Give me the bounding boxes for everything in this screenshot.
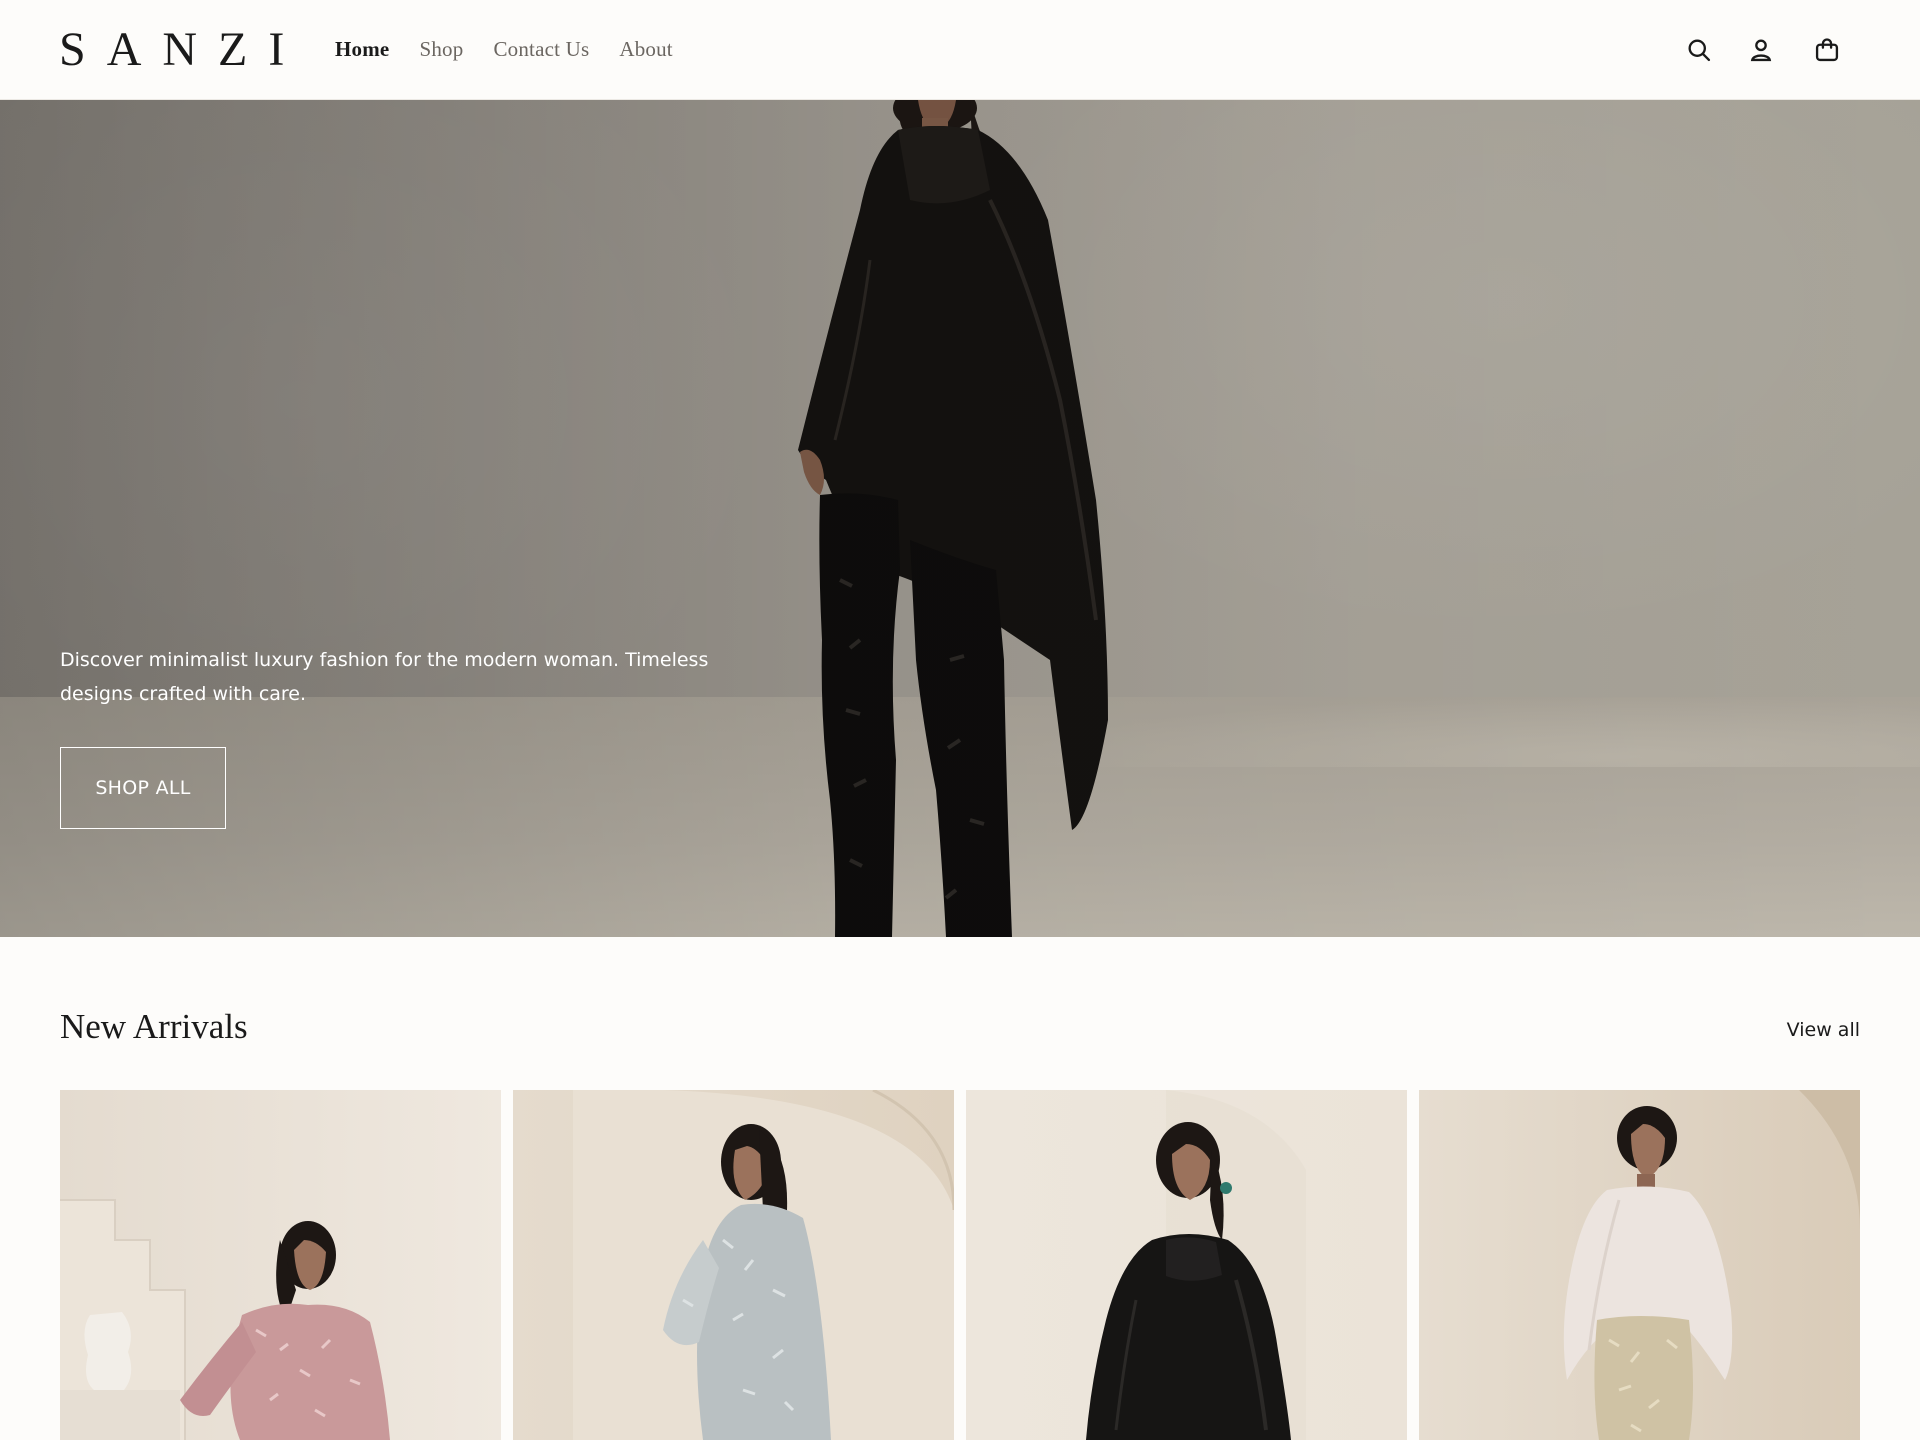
account-icon[interactable] (1741, 30, 1781, 70)
nav-item-shop[interactable]: Shop (419, 36, 463, 62)
nav-item-contact-us[interactable]: Contact Us (493, 36, 589, 62)
product-grid (60, 1090, 1860, 1440)
product-card-2[interactable] (513, 1090, 954, 1440)
main-nav: Home Shop Contact Us About (335, 36, 673, 62)
section-title: New Arrivals (60, 1007, 248, 1046)
product-image-4 (1419, 1090, 1860, 1440)
product-card-1[interactable] (60, 1090, 501, 1440)
product-image-1 (60, 1090, 501, 1440)
search-icon[interactable] (1679, 30, 1719, 70)
nav-item-home[interactable]: Home (335, 36, 389, 62)
product-card-3[interactable] (966, 1090, 1407, 1440)
hero-banner: Discover minimalist luxury fashion for t… (0, 100, 1920, 937)
view-all-link[interactable]: View all (1787, 1016, 1860, 1044)
shop-all-button[interactable]: SHOP ALL (60, 747, 226, 829)
nav-item-about[interactable]: About (619, 36, 673, 62)
product-image-2 (513, 1090, 954, 1440)
product-card-4[interactable] (1419, 1090, 1860, 1440)
site-header: SANZI Home Shop Contact Us About (0, 0, 1920, 100)
hero-tagline: Discover minimalist luxury fashion for t… (60, 649, 709, 705)
brand-logo[interactable]: SANZI (59, 24, 305, 76)
cart-icon[interactable] (1807, 30, 1847, 70)
product-image-3 (966, 1090, 1407, 1440)
